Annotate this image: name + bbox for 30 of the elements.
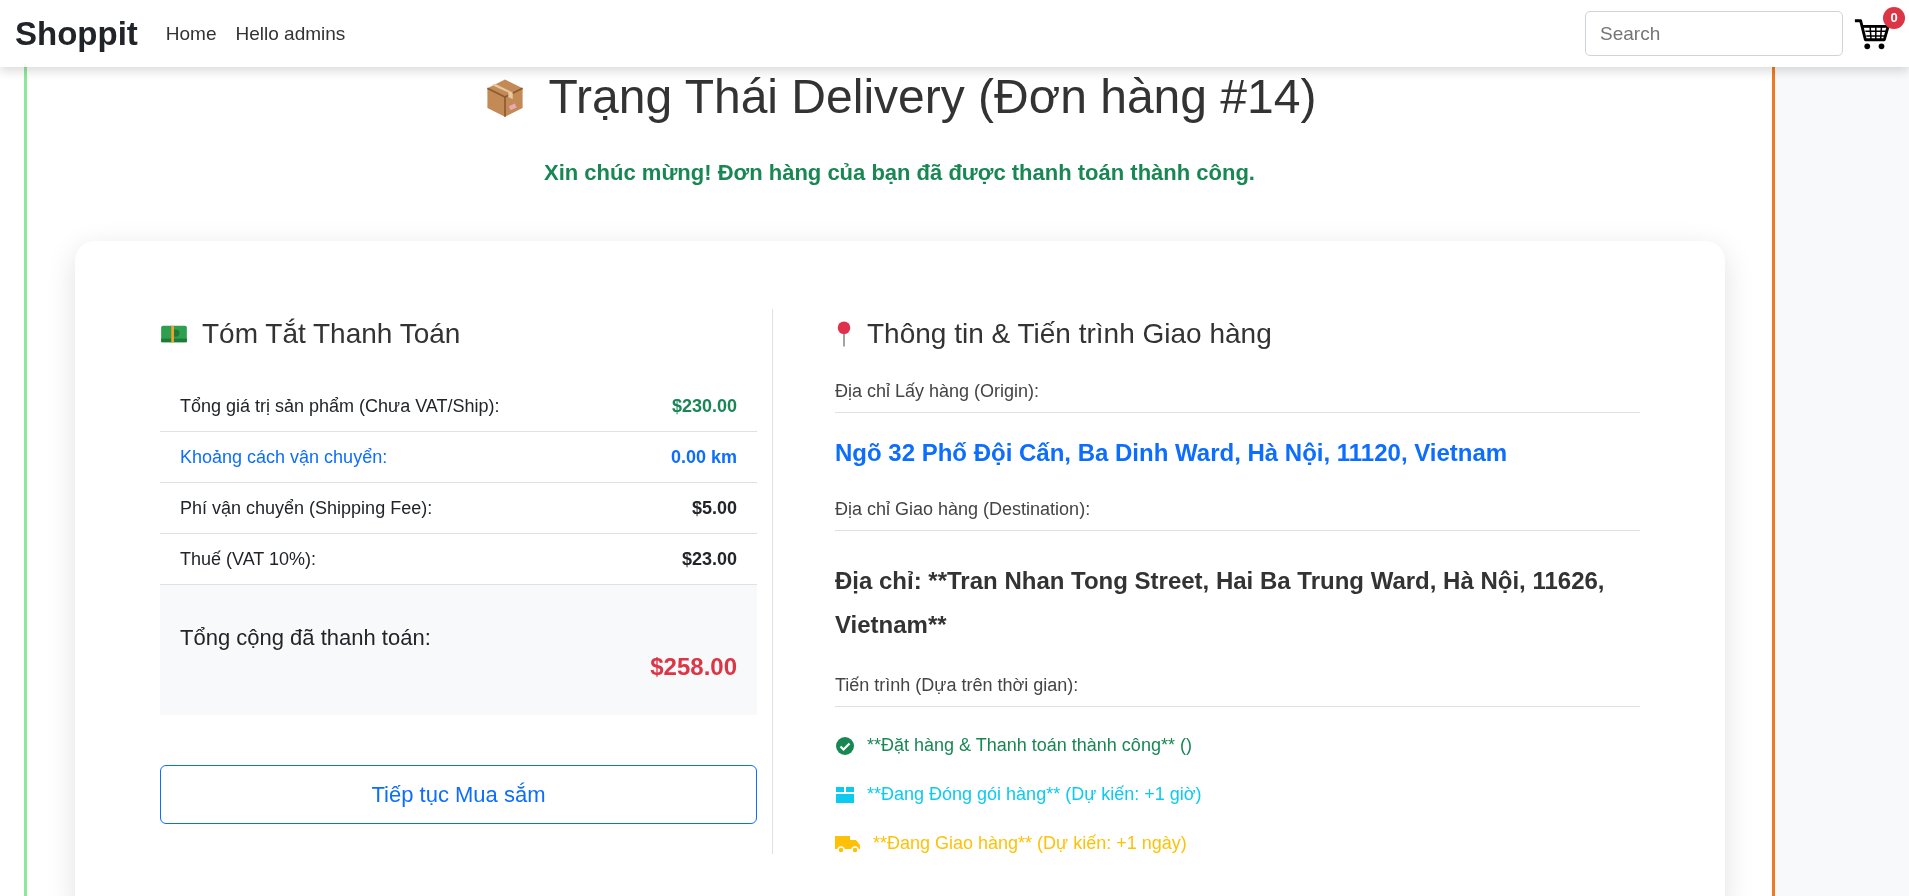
field-label: Địa chỉ Giao hàng (Destination): (835, 499, 1640, 531)
progress-step: **Đặt hàng & Thanh toán thành công** () (867, 735, 1192, 756)
nav-link[interactable]: Hello admins (235, 22, 346, 45)
section-title: Thông tin & Tiến trình Giao hàng (867, 318, 1272, 350)
summary-label: Thuế (VAT 10%): (180, 548, 317, 570)
progress-step: **Đang Đóng gói hàng** (Dự kiến: +1 giờ) (867, 784, 1202, 805)
summary-value: $23.00 (681, 548, 737, 570)
origin-address: Ngõ 32 Phố Đội Cấn, Ba Dinh Ward, Hà Nội, 11120, Vietnam (835, 439, 1509, 467)
summary-label: Tổng giá trị sản phẩm (Chưa VAT/Ship): (180, 395, 500, 417)
summary-value: $5.00 (691, 497, 737, 519)
continue-shopping-button[interactable]: Tiếp tục Mua sắm (160, 765, 757, 824)
progress-step: **Đang Giao hàng** (Dự kiến: +1 ngày) (873, 833, 1187, 854)
total-label: Tổng cộng đã thanh toán: (180, 625, 432, 651)
field-label: Tiến trình (Dựa trên thời gian): (835, 675, 1640, 707)
brand-logo[interactable]: Shoppit (15, 14, 138, 53)
section-title: Tóm Tắt Thanh Toán (202, 318, 461, 350)
page-title: Trạng Thái Delivery (Đơn hàng #14) (548, 69, 1317, 124)
summary-value: $230.00 (671, 395, 737, 417)
cart-count-badge: 0 (1883, 6, 1905, 29)
search-field[interactable]: Search (1585, 11, 1843, 56)
destination-address: Địa chỉ: **Tran Nhan Tong Street, Hai Ba Trung Ward, Hà Nội, 11626, Vietnam** (835, 566, 1606, 640)
success-message: Xin chúc mừng! Đơn hàng của bạn đã được thanh toán thành công. (544, 160, 1255, 186)
money-icon (160, 323, 188, 345)
summary-value: 0.00 km (670, 446, 737, 468)
summary-label: Khoảng cách vận chuyển: (180, 446, 388, 468)
nav-link[interactable]: Home (165, 22, 217, 45)
pin-icon (835, 320, 853, 348)
total-value: $258.00 (650, 653, 737, 681)
summary-label: Phí vận chuyển (Shipping Fee): (180, 497, 433, 519)
field-label: Địa chỉ Lấy hàng (Origin): (835, 381, 1640, 413)
